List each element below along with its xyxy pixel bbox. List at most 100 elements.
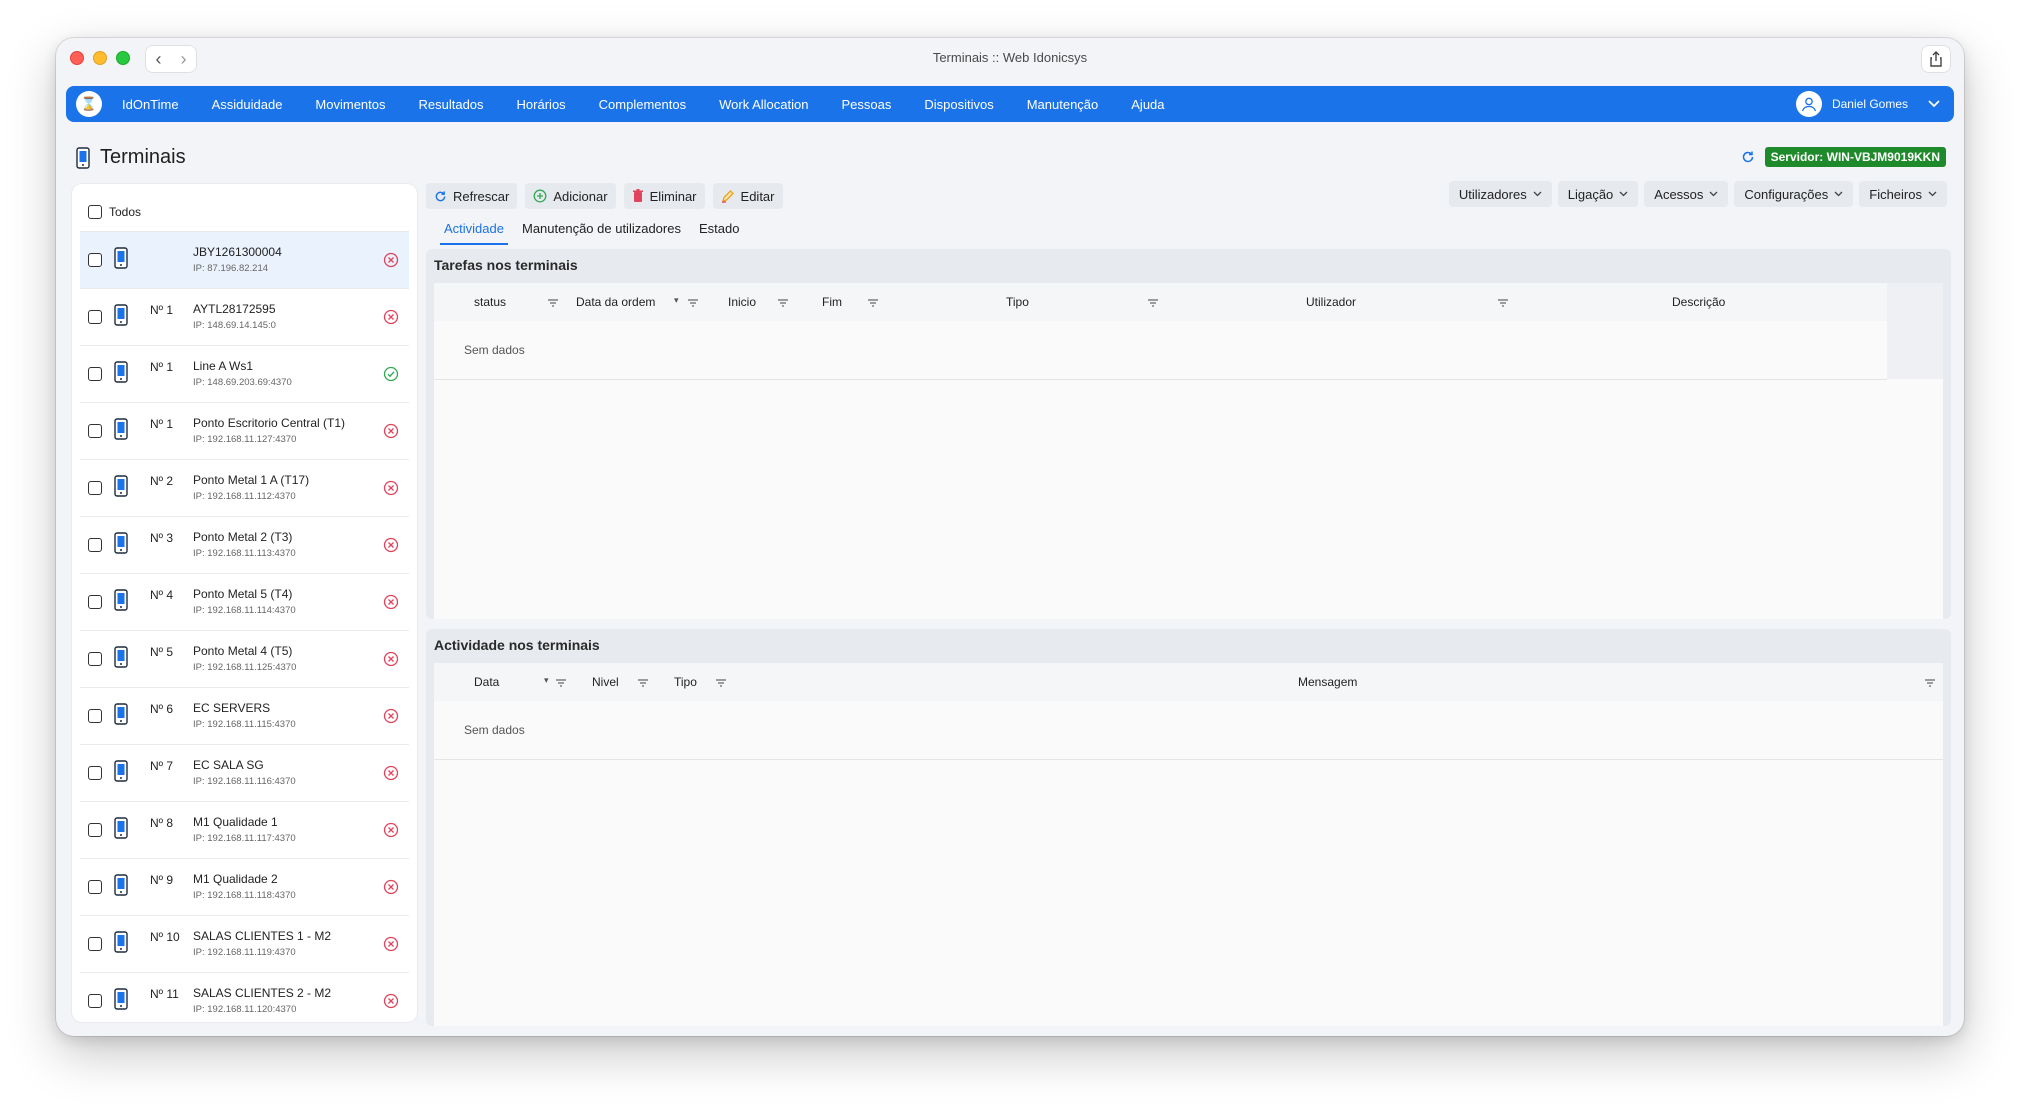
terminal-device-icon [114,816,128,844]
chevron-down-icon [1533,189,1542,199]
terminal-checkbox[interactable] [88,994,102,1008]
sort-desc-icon[interactable]: ▾ [544,675,549,686]
menu-liga-o-dropdown[interactable]: Ligação [1557,181,1639,207]
terminal-number: Nº 10 [150,930,180,944]
disconnected-x-icon [383,594,399,615]
terminal-row[interactable]: Nº 10 SALAS CLIENTES 1 - M2 IP: 192.168.11… [80,916,409,973]
terminal-checkbox[interactable] [88,766,102,780]
terminal-row[interactable]: Nº 8 M1 Qualidade 1 IP: 192.168.11.117:437… [80,802,409,859]
chevron-down-icon[interactable] [1928,100,1940,108]
filter-icon[interactable] [556,676,566,690]
terminal-row[interactable]: Nº 1 AYTL28172595 IP: 148.69.14.145:0 [80,289,409,346]
terminal-checkbox[interactable] [88,481,102,495]
col-level[interactable]: Nivel [592,675,619,689]
terminal-number: Nº 1 [150,303,174,317]
nav-item-manuten-o[interactable]: Manutenção [1027,97,1099,112]
filter-icon[interactable] [1498,296,1508,310]
filter-icon[interactable] [638,676,648,690]
terminal-checkbox[interactable] [88,652,102,666]
col-description[interactable]: Descrição [1672,295,1725,309]
menu-acessos-dropdown[interactable]: Acessos [1644,181,1729,207]
terminal-checkbox[interactable] [88,367,102,381]
terminal-row[interactable]: Nº 7 EC SALA SG IP: 192.168.11.116:4370 [80,745,409,802]
terminal-number: Nº 4 [150,588,174,602]
refresh-icon [435,190,446,201]
filter-icon[interactable] [1925,676,1935,690]
filter-icon[interactable] [868,296,878,310]
nav-item-movimentos[interactable]: Movimentos [315,97,385,112]
col-status[interactable]: status [474,295,506,309]
add-button[interactable]: Adicionar [525,183,616,209]
terminal-row[interactable]: Nº 1 Line A Ws1 IP: 148.69.203.69:4370 [80,346,409,403]
terminal-detail-panel: Refrescar Adicionar Eliminar Editar Util… [426,181,1951,1026]
col-message[interactable]: Mensagem [1298,675,1357,689]
terminal-row[interactable]: Nº 1 Ponto Escritorio Central (T1) IP: 192… [80,403,409,460]
filter-icon[interactable] [688,296,698,310]
terminal-row[interactable]: Nº 5 Ponto Metal 4 (T5) IP: 192.168.11.125… [80,631,409,688]
select-all-checkbox[interactable] [88,204,102,219]
nav-item-ajuda[interactable]: Ajuda [1131,97,1164,112]
terminal-checkbox[interactable] [88,253,102,267]
terminal-row[interactable]: Nº 9 M1 Qualidade 2 IP: 192.168.11.118:437… [80,859,409,916]
terminal-ip: IP: 87.196.82.214 [193,263,269,274]
nav-item-work-allocation[interactable]: Work Allocation [719,97,808,112]
terminal-name: Ponto Metal 1 A (T17) [193,473,310,487]
nav-item-resultados[interactable]: Resultados [419,97,484,112]
col-type[interactable]: Tipo [674,675,697,689]
col-user[interactable]: Utilizador [1306,295,1356,309]
refresh-button[interactable]: Refrescar [426,183,518,209]
connected-check-icon [383,366,399,387]
delete-label: Eliminar [649,188,697,204]
terminal-row[interactable]: Nº 4 Ponto Metal 5 (T4) IP: 192.168.11.114… [80,574,409,631]
terminal-checkbox[interactable] [88,937,102,951]
tab-manuten-o-de-utilizadores[interactable]: Manutenção de utilizadores [518,215,685,245]
user-menu[interactable]: Daniel Gomes [1795,91,1940,117]
nav-item-dispositivos[interactable]: Dispositivos [924,97,993,112]
menu-ficheiros-dropdown[interactable]: Ficheiros [1859,181,1947,207]
col-date[interactable]: Data [474,675,499,689]
nav-item-idontime[interactable]: IdOnTime [122,97,179,112]
menu-utilizadores-dropdown[interactable]: Utilizadores [1448,181,1552,207]
select-all-row[interactable]: Todos [80,192,409,232]
share-button[interactable] [1922,46,1950,72]
filter-icon[interactable] [778,296,788,310]
sort-desc-icon[interactable]: ▾ [674,295,679,306]
app-logo-icon[interactable]: ⌛ [76,91,102,117]
terminal-checkbox[interactable] [88,709,102,723]
terminal-row[interactable]: Nº 2 Ponto Metal 1 A (T17) IP: 192.168.11.… [80,460,409,517]
nav-item-complementos[interactable]: Complementos [599,97,686,112]
refresh-icon[interactable] [1741,150,1755,164]
nav-item-pessoas[interactable]: Pessoas [841,97,891,112]
terminal-row[interactable]: Nº 11 SALAS CLIENTES 2 - M2 IP: 192.168.11… [80,973,409,1012]
terminal-checkbox[interactable] [88,595,102,609]
filter-icon[interactable] [1148,296,1158,310]
col-start[interactable]: Inicio [728,295,756,309]
delete-button[interactable]: Eliminar [623,183,705,209]
menu-configura-es-dropdown[interactable]: Configurações [1734,181,1854,207]
terminal-checkbox[interactable] [88,823,102,837]
terminal-row[interactable]: Nº 3 Ponto Metal 2 (T3) IP: 192.168.11.113… [80,517,409,574]
terminal-ip: IP: 192.168.11.114:4370 [193,605,296,616]
col-end[interactable]: Fim [822,295,842,309]
terminal-row[interactable]: Nº 6 EC SERVERS IP: 192.168.11.115:4370 [80,688,409,745]
page-title: Terminais [100,146,186,168]
activity-empty-text: Sem dados [464,723,525,737]
nav-item-assiduidade[interactable]: Assiduidade [212,97,283,112]
col-order-date[interactable]: Data da ordem [576,295,655,309]
pencil-icon [721,190,734,203]
tab-actividade[interactable]: Actividade [440,215,508,245]
tab-estado[interactable]: Estado [695,215,743,245]
nav-item-hor-rios[interactable]: Horários [517,97,566,112]
terminal-row[interactable]: JBY1261300004 IP: 87.196.82.214 [80,232,409,289]
terminal-checkbox[interactable] [88,538,102,552]
col-type[interactable]: Tipo [1006,295,1029,309]
terminal-checkbox[interactable] [88,310,102,324]
terminal-device-icon [114,360,128,388]
edit-button[interactable]: Editar [712,183,783,209]
terminal-checkbox[interactable] [88,424,102,438]
terminal-checkbox[interactable] [88,880,102,894]
filter-icon[interactable] [548,296,558,310]
terminal-device-icon [114,588,128,616]
user-name: Daniel Gomes [1831,97,1908,111]
filter-icon[interactable] [716,676,726,690]
